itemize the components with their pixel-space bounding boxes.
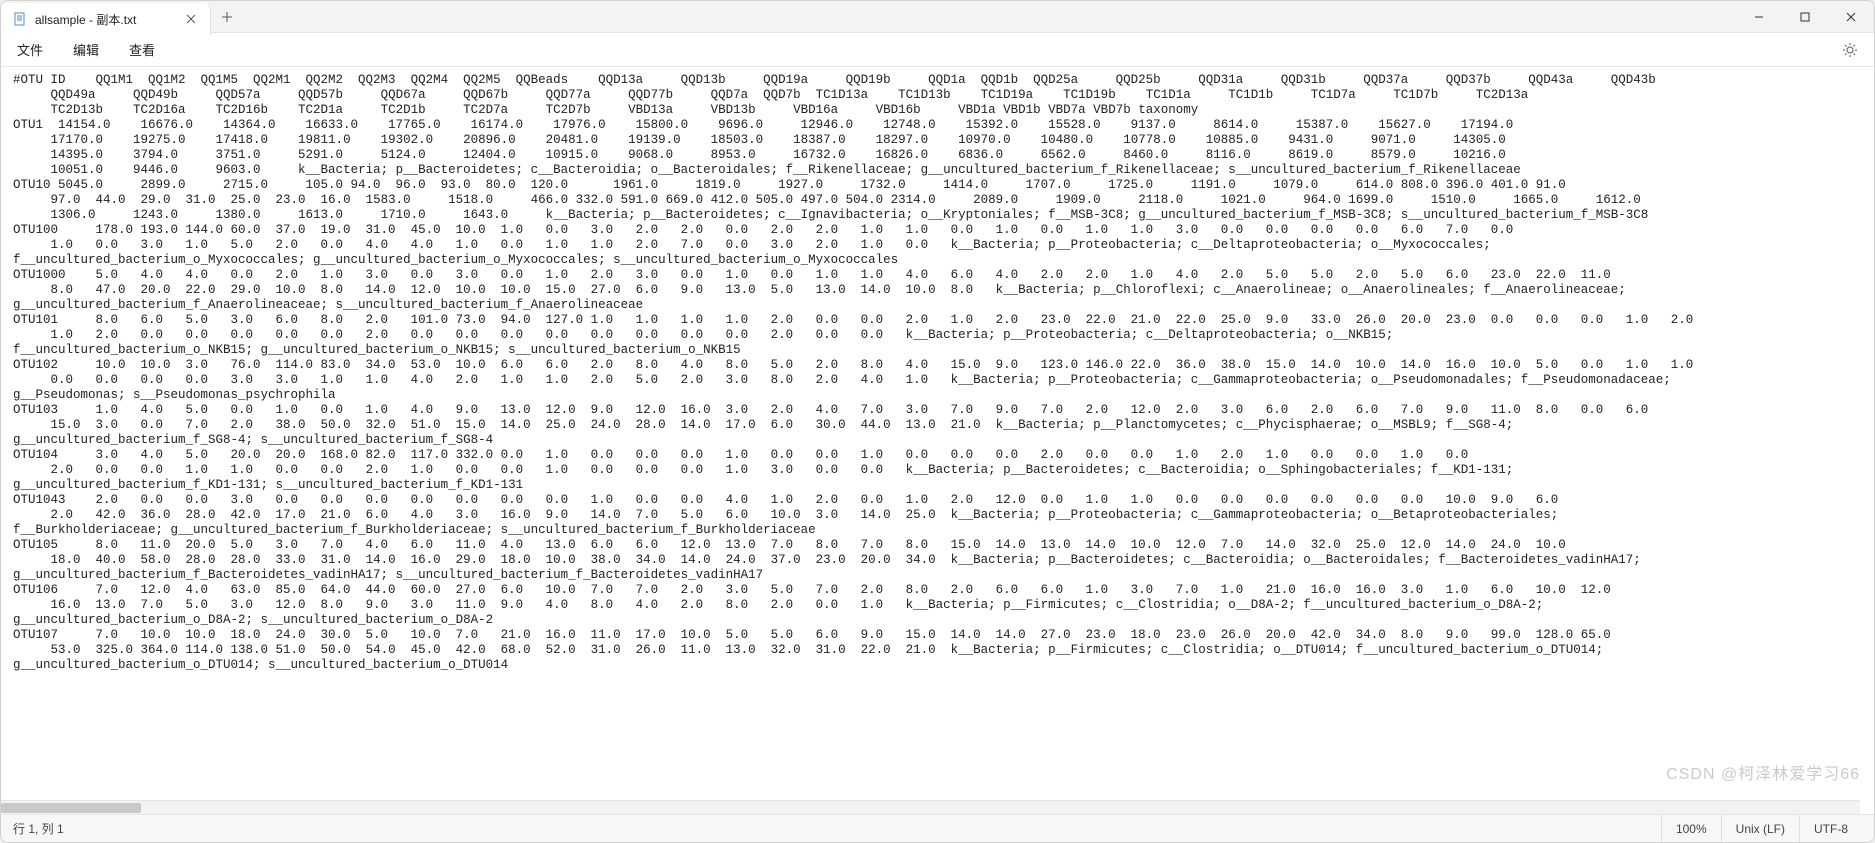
status-cursor: 行 1, 列 1 [13, 820, 1661, 837]
close-icon [1846, 12, 1856, 22]
minimize-icon [1754, 12, 1764, 22]
close-window-button[interactable] [1828, 1, 1874, 33]
status-zoom[interactable]: 100% [1661, 815, 1721, 842]
menu-file[interactable]: 文件 [11, 36, 49, 63]
statusbar: 行 1, 列 1 100% Unix (LF) UTF-8 [1, 814, 1874, 842]
menu-view[interactable]: 查看 [123, 36, 161, 63]
plus-icon [221, 11, 233, 23]
new-tab-button[interactable] [211, 1, 243, 32]
window-controls [1736, 1, 1874, 32]
minimize-button[interactable] [1736, 1, 1782, 33]
status-eol[interactable]: Unix (LF) [1721, 815, 1799, 842]
maximize-button[interactable] [1782, 1, 1828, 33]
notepad-file-icon [13, 12, 27, 26]
titlebar: allsample - 副本.txt [1, 1, 1874, 33]
tab-title: allsample - 副本.txt [35, 11, 176, 28]
horizontal-scrollbar[interactable] [1, 800, 1860, 814]
status-encoding[interactable]: UTF-8 [1799, 815, 1862, 842]
gear-icon [1842, 42, 1858, 58]
close-tab-icon[interactable] [184, 12, 198, 26]
window: allsample - 副本.txt 文件 编辑 查看 # [0, 0, 1875, 843]
scrollbar-thumb[interactable] [1, 803, 141, 813]
maximize-icon [1800, 12, 1810, 22]
settings-button[interactable] [1836, 38, 1864, 62]
file-tab[interactable]: allsample - 副本.txt [1, 3, 211, 35]
menu-edit[interactable]: 编辑 [67, 36, 105, 63]
editor-area: #OTU ID QQ1M1 QQ1M2 QQ1M5 QQ2M1 QQ2M2 QQ… [1, 67, 1874, 814]
menubar: 文件 编辑 查看 [1, 33, 1874, 67]
text-content[interactable]: #OTU ID QQ1M1 QQ1M2 QQ1M5 QQ2M1 QQ2M2 QQ… [1, 67, 1874, 814]
